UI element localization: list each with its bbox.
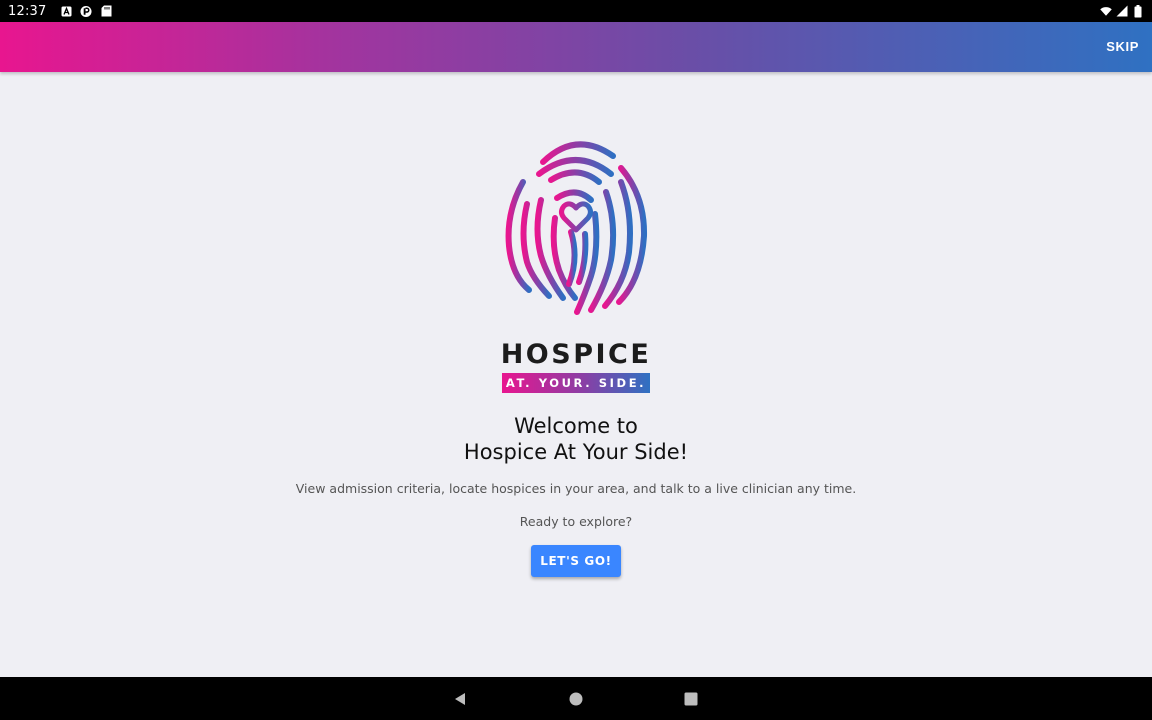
signal-icon — [1116, 5, 1128, 17]
description-text: View admission criteria, locate hospices… — [295, 481, 857, 496]
navigation-bar — [0, 677, 1152, 720]
welcome-content: HOSPICE AT. YOUR. SIDE. Welcome to Hospi… — [0, 72, 1152, 677]
welcome-title-line-2: Hospice At Your Side! — [463, 440, 689, 464]
home-icon[interactable] — [566, 689, 586, 709]
brand-tagline: AT. YOUR. SIDE. — [502, 373, 650, 393]
fingerprint-heart-icon — [505, 141, 648, 315]
status-time: 12:37 — [8, 3, 47, 19]
status-bar: 12:37 — [0, 0, 1152, 22]
back-icon[interactable] — [450, 689, 470, 709]
recents-icon[interactable] — [681, 689, 701, 709]
wifi-icon — [1100, 5, 1112, 17]
status-left: 12:37 — [8, 4, 112, 19]
a-notification-icon — [60, 5, 72, 17]
app-bar: SKIP — [0, 22, 1152, 72]
status-right — [1100, 4, 1144, 17]
battery-icon — [1132, 4, 1144, 17]
lets-go-button[interactable]: LET'S GO! — [531, 545, 621, 577]
explore-prompt: Ready to explore? — [519, 514, 633, 529]
welcome-title-line-1: Welcome to — [514, 414, 638, 438]
skip-button[interactable]: SKIP — [1106, 39, 1139, 54]
brand-wordmark: HOSPICE — [500, 339, 652, 370]
brand-notification-icon — [80, 5, 93, 17]
sd-card-icon — [100, 5, 112, 17]
